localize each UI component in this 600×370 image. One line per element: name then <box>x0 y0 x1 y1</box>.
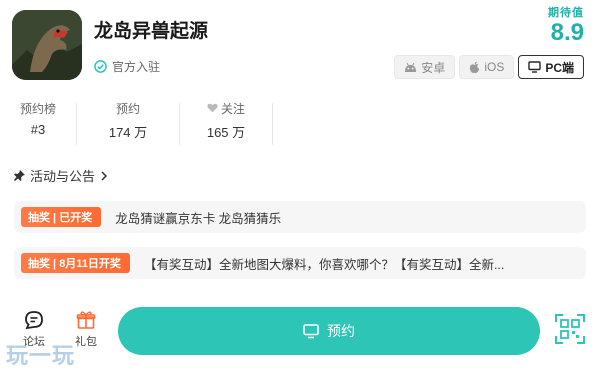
expectation-rating: 期待值 8.9 <box>548 4 584 46</box>
stat-rank: 预约榜 #3 <box>0 100 76 150</box>
bottom-action-bar: 论坛 礼包 预约 <box>0 296 600 370</box>
watermark: 玩一玩 <box>6 343 76 368</box>
heart-icon <box>207 103 218 113</box>
stat-follow-label-row: 关注 <box>207 100 245 116</box>
verified-icon <box>94 60 107 73</box>
monitor-icon <box>528 61 542 73</box>
official-label: 官方入驻 <box>112 60 161 74</box>
stat-rank-label: 预约榜 <box>19 101 56 116</box>
news-item[interactable]: 抽奖 | 8月11日开奖 【有奖互动】全新地图大爆料，你喜欢哪个？【有奖互动】全… <box>14 247 586 279</box>
official-badge: 官方入驻 <box>94 58 160 75</box>
news-text: 龙岛猜谜赢京东卡 龙岛猜猜乐 <box>115 211 282 226</box>
qr-code-icon[interactable] <box>555 314 585 344</box>
chevron-right-icon <box>101 170 108 181</box>
news-item[interactable]: 抽奖 | 已开奖 龙岛猜谜赢京东卡 龙岛猜猜乐 <box>14 201 586 233</box>
news-text: 【有奖互动】全新地图大爆料，你喜欢哪个？【有奖互动】全新... <box>143 257 505 272</box>
apple-icon <box>470 61 480 73</box>
divider <box>272 103 273 145</box>
stat-reservations-label: 预约 <box>115 101 140 116</box>
app-icon <box>12 10 82 80</box>
news-tag: 抽奖 | 8月11日开奖 <box>21 253 130 273</box>
stat-follow-value: 165 万 <box>206 125 246 140</box>
stat-reservations: 预约 174 万 <box>77 100 179 150</box>
section-title: 活动与公告 <box>30 169 96 184</box>
monitor-icon <box>303 323 319 338</box>
stat-follow-label: 关注 <box>220 101 245 116</box>
gift-icon <box>76 311 96 329</box>
platform-android-label: 安卓 <box>421 60 446 75</box>
reserve-button[interactable]: 预约 <box>118 307 540 355</box>
platform-pc-label: PC端 <box>545 60 574 75</box>
android-icon <box>405 62 417 72</box>
gift-label: 礼包 <box>75 336 97 348</box>
app-title: 龙岛异兽起源 <box>94 21 209 42</box>
rating-value: 8.9 <box>550 19 584 46</box>
platform-pc[interactable]: PC端 <box>518 55 584 79</box>
pin-icon <box>14 170 25 181</box>
activities-section-header[interactable]: 活动与公告 <box>14 166 108 185</box>
rating-label: 期待值 <box>548 7 584 19</box>
reserve-label: 预约 <box>327 323 355 339</box>
stat-reservations-value: 174 万 <box>108 125 148 140</box>
stat-rank-value: #3 <box>30 122 46 137</box>
platform-ios-label: iOS <box>484 60 505 74</box>
stat-follow[interactable]: 关注 165 万 <box>180 100 272 150</box>
platform-ios[interactable]: iOS <box>459 55 515 79</box>
forum-icon <box>25 311 43 330</box>
platform-tabs: 安卓 iOS PC端 <box>394 55 584 79</box>
platform-android[interactable]: 安卓 <box>394 55 456 79</box>
stats-row: 预约榜 #3 预约 174 万 关注 165 万 <box>0 100 600 150</box>
news-tag: 抽奖 | 已开奖 <box>21 207 102 227</box>
